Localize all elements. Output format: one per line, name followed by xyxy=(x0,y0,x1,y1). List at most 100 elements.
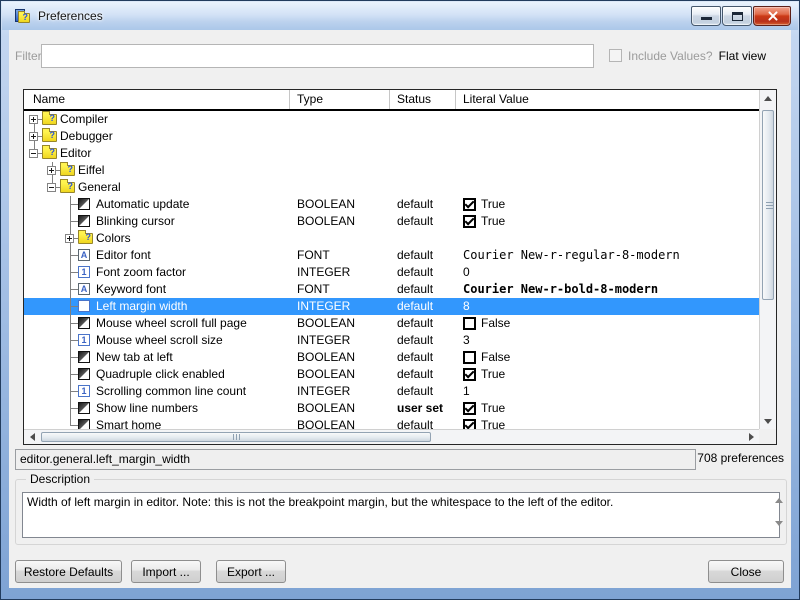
pref-literal-value-cell xyxy=(456,179,759,196)
scroll-left-button[interactable] xyxy=(24,430,40,444)
pref-value-label: Courier New-r-bold-8-modern xyxy=(463,281,658,298)
table-row[interactable]: Smart homeBOOLEANdefaultTrue xyxy=(24,417,759,429)
include-values-label: Include Values? xyxy=(628,49,713,63)
checked-checkbox-icon[interactable] xyxy=(463,402,476,415)
pref-name-cell: Editor font xyxy=(24,247,290,264)
unchecked-checkbox-icon[interactable] xyxy=(463,351,476,364)
table-row[interactable]: Colors xyxy=(24,230,759,247)
pref-literal-value-cell: True xyxy=(456,213,759,230)
include-values-checkbox[interactable] xyxy=(609,49,622,62)
expand-plus-icon[interactable] xyxy=(65,234,74,243)
table-row[interactable]: Quadruple click enabledBOOLEANdefaultTru… xyxy=(24,366,759,383)
table-row[interactable]: Editor fontFONTdefaultCourier New-r-regu… xyxy=(24,247,759,264)
checked-checkbox-icon[interactable] xyxy=(463,198,476,211)
scroll-down-button[interactable] xyxy=(760,413,776,429)
restore-defaults-button[interactable]: Restore Defaults xyxy=(15,560,122,583)
pref-name: Colors xyxy=(96,230,131,247)
pref-status: default xyxy=(390,366,456,383)
table-row[interactable]: Left margin widthINTEGERdefault8 xyxy=(24,298,759,315)
tree-connector-line xyxy=(70,306,78,307)
pref-name: Automatic update xyxy=(96,196,189,213)
table-row[interactable]: New tab at leftBOOLEANdefaultFalse xyxy=(24,349,759,366)
filter-input[interactable] xyxy=(41,44,594,68)
table-row[interactable]: General xyxy=(24,179,759,196)
table-row[interactable]: Mouse wheel scroll sizeINTEGERdefault3 xyxy=(24,332,759,349)
pref-status: default xyxy=(390,298,456,315)
import-button[interactable]: Import ... xyxy=(131,560,201,583)
expand-plus-icon[interactable] xyxy=(47,166,56,175)
export-button[interactable]: Export ... xyxy=(216,560,286,583)
collapse-minus-icon[interactable] xyxy=(29,149,38,158)
column-header-type[interactable]: Type xyxy=(290,90,390,109)
maximize-button[interactable] xyxy=(722,6,752,26)
folder-icon xyxy=(42,131,57,142)
vertical-scrollbar[interactable] xyxy=(759,90,776,429)
expand-plus-icon[interactable] xyxy=(29,132,38,141)
table-row[interactable]: Keyword fontFONTdefaultCourier New-r-bol… xyxy=(24,281,759,298)
folder-icon xyxy=(60,182,75,193)
preferences-grid: Name Type Status Literal Value CompilerD… xyxy=(23,89,777,445)
table-row[interactable]: Mouse wheel scroll full pageBOOLEANdefau… xyxy=(24,315,759,332)
arrow-down-icon xyxy=(764,419,772,424)
collapse-minus-icon[interactable] xyxy=(47,183,56,192)
description-text[interactable]: Width of left margin in editor. Note: th… xyxy=(22,492,780,538)
description-scroll-up-icon[interactable] xyxy=(775,484,783,498)
table-row[interactable]: Eiffel xyxy=(24,162,759,179)
vertical-scrollbar-thumb[interactable] xyxy=(762,110,774,300)
table-row[interactable]: Font zoom factorINTEGERdefault0 xyxy=(24,264,759,281)
pref-literal-value-cell: False xyxy=(456,349,759,366)
tree-connector-line xyxy=(70,340,78,341)
pref-value-label: True xyxy=(481,213,505,230)
minimize-button[interactable] xyxy=(691,6,721,26)
description-scroll-down-icon[interactable] xyxy=(775,526,783,540)
table-row[interactable]: Debugger xyxy=(24,128,759,145)
pref-name: General xyxy=(78,179,121,196)
scroll-up-button[interactable] xyxy=(760,90,776,106)
unchecked-checkbox-icon[interactable] xyxy=(463,317,476,330)
title-bar[interactable]: Preferences xyxy=(2,2,798,30)
tree-connector-line xyxy=(70,391,78,392)
pref-value-label: Courier New-r-regular-8-modern xyxy=(463,247,680,264)
pref-name-cell: Mouse wheel scroll full page xyxy=(24,315,290,332)
preferences-window: Preferences Filter: Include Values? Flat… xyxy=(0,0,800,600)
column-header-name[interactable]: Name xyxy=(24,90,290,109)
horizontal-scrollbar[interactable] xyxy=(24,429,759,444)
pref-status xyxy=(390,111,456,128)
integer-icon xyxy=(78,300,90,312)
pref-status: default xyxy=(390,349,456,366)
pref-literal-value-cell xyxy=(456,162,759,179)
close-button[interactable]: Close xyxy=(708,560,784,583)
pref-value-label: True xyxy=(481,417,505,429)
pref-type: BOOLEAN xyxy=(290,400,390,417)
expand-plus-icon[interactable] xyxy=(29,115,38,124)
pref-literal-value-cell: 3 xyxy=(456,332,759,349)
table-row[interactable]: Blinking cursorBOOLEANdefaultTrue xyxy=(24,213,759,230)
column-header-status[interactable]: Status xyxy=(390,90,456,109)
pref-name-cell: Smart home xyxy=(24,417,290,429)
checked-checkbox-icon[interactable] xyxy=(463,419,476,429)
table-row[interactable]: Show line numbersBOOLEANuser setTrue xyxy=(24,400,759,417)
table-row[interactable]: Automatic updateBOOLEANdefaultTrue xyxy=(24,196,759,213)
integer-icon xyxy=(78,334,90,346)
close-window-button[interactable] xyxy=(753,6,791,26)
tree-connector-line xyxy=(70,272,78,273)
scroll-right-button[interactable] xyxy=(743,430,759,444)
tree-connector-line xyxy=(70,289,78,290)
checked-checkbox-icon[interactable] xyxy=(463,368,476,381)
description-group: Description Width of left margin in edit… xyxy=(15,479,787,545)
pref-type: BOOLEAN xyxy=(290,196,390,213)
table-row[interactable]: Compiler xyxy=(24,111,759,128)
pref-name-cell: New tab at left xyxy=(24,349,290,366)
tree-connector-line xyxy=(70,204,78,205)
pref-literal-value-cell xyxy=(456,111,759,128)
horizontal-scrollbar-thumb[interactable] xyxy=(41,432,431,442)
pref-name: Debugger xyxy=(60,128,113,145)
table-row[interactable]: Scrolling common line countINTEGERdefaul… xyxy=(24,383,759,400)
flat-view-button[interactable]: Flat view xyxy=(719,49,766,63)
pref-value-label: True xyxy=(481,366,505,383)
column-header-literal-value[interactable]: Literal Value xyxy=(456,90,759,109)
checked-checkbox-icon[interactable] xyxy=(463,215,476,228)
table-row[interactable]: Editor xyxy=(24,145,759,162)
folder-icon xyxy=(78,233,93,244)
window-title: Preferences xyxy=(38,9,103,23)
